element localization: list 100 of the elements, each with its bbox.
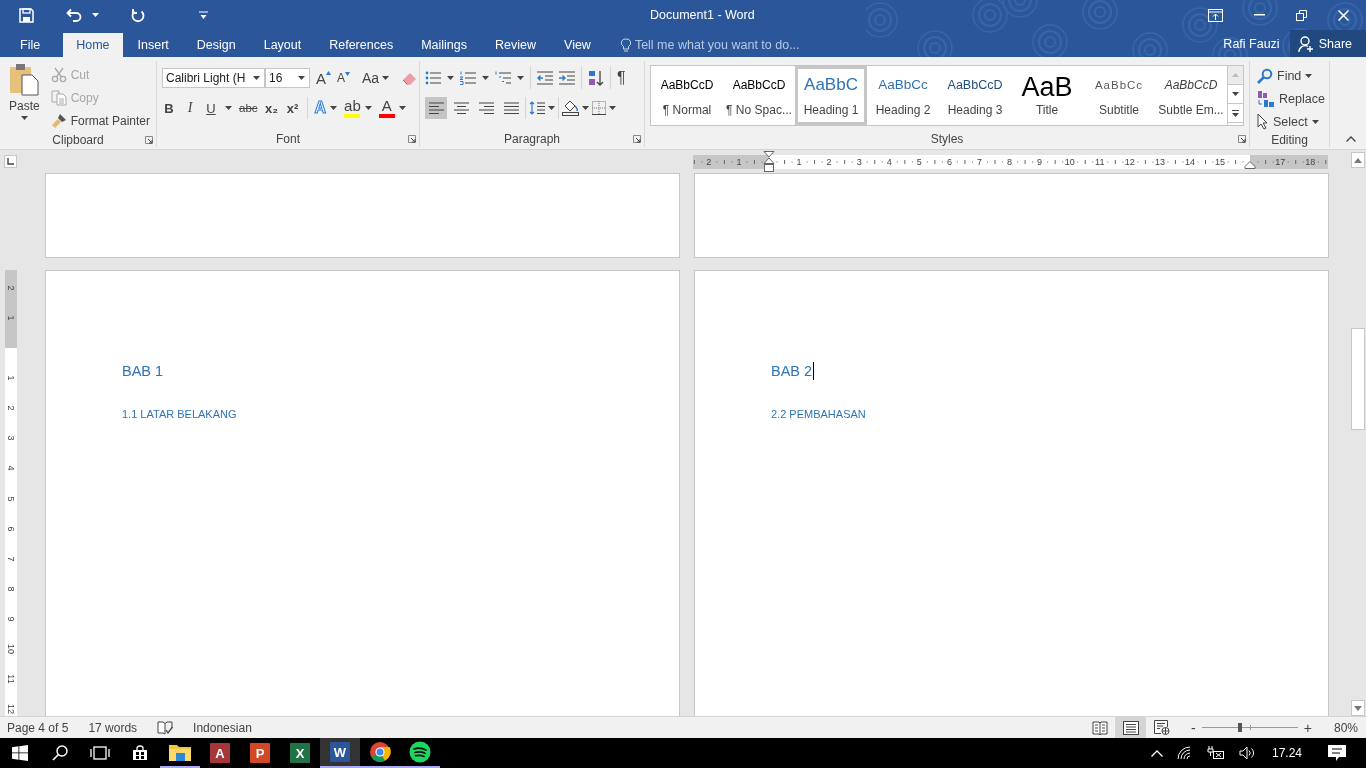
ribbon-tab[interactable]: Design bbox=[183, 33, 249, 57]
multilevel-list-icon[interactable] bbox=[495, 71, 511, 85]
dropdown-caret-icon[interactable] bbox=[225, 106, 232, 110]
undo-icon[interactable] bbox=[66, 8, 82, 22]
style-item[interactable]: AaBbCc Heading 2 bbox=[867, 66, 939, 125]
scroll-up-button[interactable] bbox=[1350, 152, 1365, 168]
zoom-in-button[interactable]: + bbox=[1303, 719, 1312, 736]
print-view-button[interactable] bbox=[1115, 717, 1147, 738]
ribbon-tab[interactable]: View bbox=[551, 33, 604, 57]
font-size-field[interactable]: 16 bbox=[265, 68, 310, 88]
dropdown-caret-icon[interactable] bbox=[298, 76, 305, 80]
superscript-button[interactable]: x² bbox=[285, 100, 300, 116]
style-item[interactable]: AaBbCcD ¶ Normal bbox=[651, 66, 723, 125]
ribbon-tab[interactable]: References bbox=[316, 33, 407, 57]
dropdown-caret-icon[interactable] bbox=[609, 106, 616, 110]
dropdown-caret-icon[interactable] bbox=[398, 106, 406, 110]
shrink-font-button[interactable]: A bbox=[337, 72, 351, 84]
taskbar-button[interactable]: A bbox=[200, 738, 240, 768]
save-icon[interactable] bbox=[19, 7, 34, 23]
dialog-launcher-icon[interactable] bbox=[633, 135, 641, 143]
zoom-out-button[interactable]: - bbox=[1191, 719, 1196, 736]
taskbar-button[interactable]: W bbox=[320, 738, 360, 768]
ribbon-tab[interactable]: Home bbox=[63, 33, 123, 57]
find-button[interactable]: Find bbox=[1257, 64, 1302, 87]
dialog-launcher-icon[interactable] bbox=[145, 135, 153, 144]
scroll-down-button[interactable] bbox=[1350, 700, 1365, 716]
format-painter-button[interactable]: Format Painter bbox=[48, 109, 152, 132]
ribbon-tab[interactable]: File bbox=[7, 33, 54, 57]
increase-indent-icon[interactable] bbox=[559, 71, 575, 85]
dropdown-caret-icon[interactable] bbox=[517, 76, 524, 80]
clock[interactable]: 17.24 bbox=[1271, 746, 1302, 760]
proofing-icon[interactable] bbox=[157, 720, 174, 735]
change-case-button[interactable]: Aa bbox=[362, 70, 390, 86]
ribbon-display-options-icon[interactable] bbox=[1208, 8, 1223, 22]
vertical-scrollbar[interactable] bbox=[1349, 150, 1366, 716]
dropdown-caret-icon[interactable] bbox=[364, 106, 372, 110]
dropdown-caret-icon[interactable] bbox=[1305, 73, 1313, 78]
style-item[interactable]: AaBbCcD Subtle Em... bbox=[1155, 66, 1227, 125]
tab-selector[interactable] bbox=[4, 155, 17, 168]
dropdown-caret-icon[interactable] bbox=[330, 106, 338, 110]
paint-bucket-icon[interactable] bbox=[562, 100, 579, 116]
style-item[interactable]: AaBbCc Subtitle bbox=[1083, 66, 1155, 125]
page-count[interactable]: Page 4 of 5 bbox=[7, 720, 69, 735]
align-left-button[interactable] bbox=[425, 97, 447, 119]
ribbon-tab[interactable]: Mailings bbox=[408, 33, 480, 57]
dropdown-caret-icon[interactable] bbox=[447, 76, 454, 80]
dialog-launcher-icon[interactable] bbox=[408, 135, 416, 143]
right-indent-icon[interactable] bbox=[1244, 160, 1256, 169]
chevron-up-icon[interactable] bbox=[1150, 749, 1163, 757]
style-item[interactable]: AaBbC Heading 1 bbox=[795, 66, 867, 125]
zoom-level[interactable]: 80% bbox=[1333, 720, 1358, 735]
redo-icon[interactable] bbox=[131, 7, 145, 23]
indent-marker-icon[interactable] bbox=[763, 150, 775, 173]
dialog-launcher-icon[interactable] bbox=[1238, 135, 1246, 143]
dropdown-caret-icon[interactable] bbox=[548, 106, 555, 110]
style-item[interactable]: AaBbCcD Heading 3 bbox=[939, 66, 1011, 125]
subscript-button[interactable]: x₂ bbox=[264, 100, 279, 116]
style-item[interactable]: AaB Title bbox=[1011, 66, 1083, 125]
share-button[interactable]: Share bbox=[1289, 30, 1366, 57]
battery-icon[interactable] bbox=[1206, 746, 1225, 760]
italic-button[interactable]: I bbox=[183, 100, 197, 116]
collapse-ribbon-icon[interactable] bbox=[1346, 136, 1356, 142]
style-item[interactable]: AaBbCcD ¶ No Spac... bbox=[723, 66, 795, 125]
close-icon[interactable] bbox=[1338, 9, 1349, 21]
taskbar-button[interactable]: P bbox=[240, 738, 280, 768]
dropdown-caret-icon[interactable] bbox=[1311, 119, 1319, 124]
customize-menu-icon[interactable] bbox=[199, 11, 208, 19]
dropdown-caret-icon[interactable] bbox=[253, 76, 260, 80]
font-color-button[interactable]: A bbox=[378, 98, 395, 118]
dropdown-caret-icon[interactable] bbox=[382, 76, 390, 80]
scrollbar-thumb[interactable] bbox=[1350, 328, 1365, 430]
tell-me-field[interactable]: Tell me what you want to do... bbox=[634, 38, 825, 52]
dropdown-caret-icon[interactable] bbox=[20, 116, 28, 120]
ribbon-tab[interactable]: Insert bbox=[124, 33, 182, 57]
highlight-button[interactable]: ab bbox=[344, 98, 361, 118]
grow-font-button[interactable]: A bbox=[316, 70, 331, 86]
ribbon-tab[interactable]: Review bbox=[482, 33, 549, 57]
show-formatting-button[interactable]: ¶ bbox=[617, 69, 626, 87]
borders-icon[interactable] bbox=[592, 101, 606, 115]
task-view-icon[interactable] bbox=[90, 746, 110, 760]
sort-icon[interactable] bbox=[588, 70, 604, 86]
numbered-list-icon[interactable] bbox=[460, 71, 476, 85]
paste-button[interactable]: Paste bbox=[6, 63, 43, 132]
notification-icon[interactable] bbox=[1328, 744, 1346, 762]
language[interactable]: Indonesian bbox=[193, 720, 252, 735]
user-name[interactable]: Rafi Fauzi bbox=[1223, 36, 1280, 51]
taskbar-button[interactable]: X bbox=[280, 738, 320, 768]
ribbon-tab[interactable]: Layout bbox=[250, 33, 315, 57]
start-icon[interactable] bbox=[12, 745, 28, 761]
line-spacing-icon[interactable] bbox=[529, 101, 545, 115]
select-button[interactable]: Select bbox=[1257, 110, 1308, 133]
slider-thumb[interactable] bbox=[1238, 723, 1243, 732]
font-name-field[interactable]: Calibri Light (H bbox=[162, 68, 265, 88]
strikethrough-button[interactable]: abc bbox=[239, 102, 258, 114]
underline-button[interactable]: U bbox=[204, 100, 218, 116]
shopping-bag-icon[interactable] bbox=[132, 745, 148, 761]
word-count[interactable]: 17 words bbox=[88, 720, 138, 735]
dropdown-caret-icon[interactable] bbox=[92, 13, 99, 17]
dropdown-caret-icon[interactable] bbox=[582, 106, 589, 110]
bold-button[interactable]: B bbox=[162, 100, 176, 116]
